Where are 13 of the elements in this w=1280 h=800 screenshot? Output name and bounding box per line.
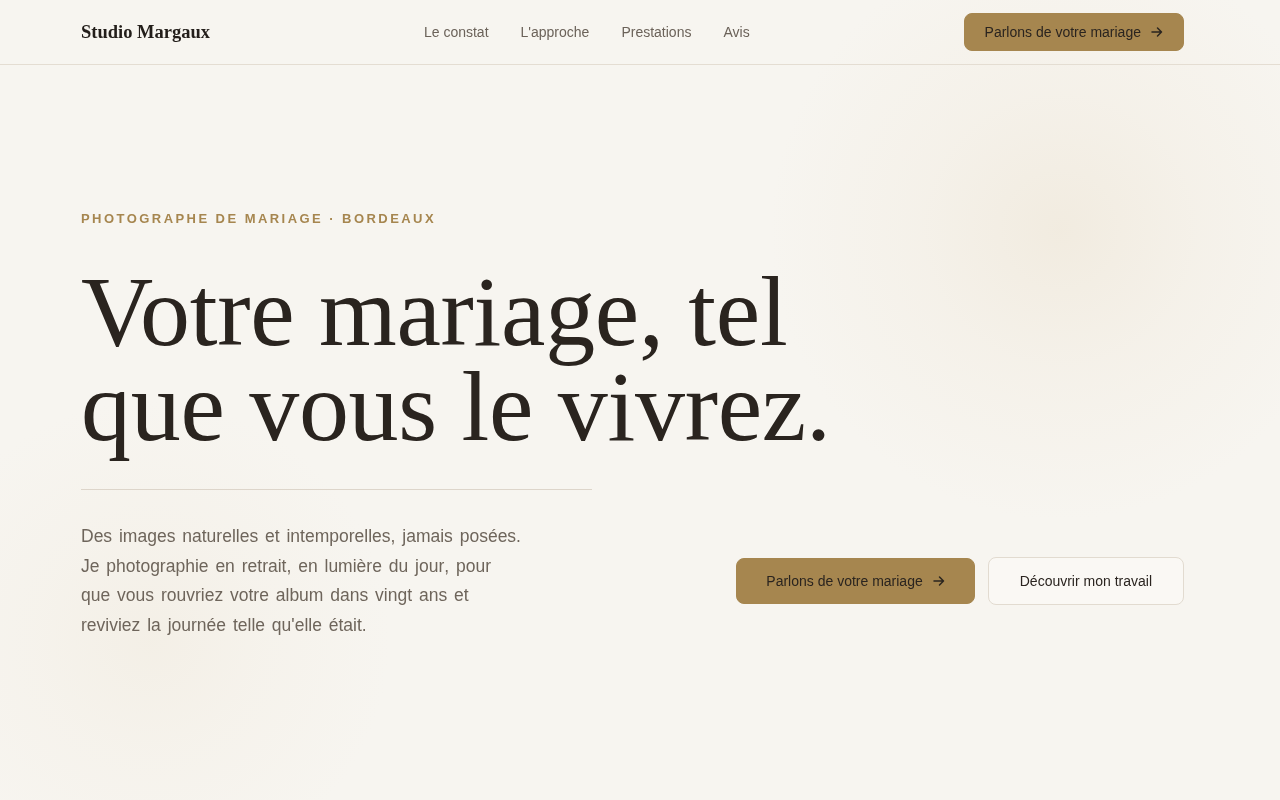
nav-link[interactable]: Avis (723, 24, 750, 40)
arrow-right-icon (1151, 26, 1163, 38)
arrow-right-icon (932, 575, 945, 587)
intro-paragraph: Des images naturelles et intemporelles, jamais posées. Je photographie en retrait, en lumière du jour, pour que vous rouvriez votre album dans vingt ans et reviviez la journée telle qu'elle était. (81, 525, 522, 637)
contact-button[interactable]: Parlons de votre mariage (736, 558, 975, 604)
brand-name[interactable]: Studio Margaux (81, 21, 210, 43)
nav-link[interactable]: L'approche (520, 24, 590, 40)
contact-button[interactable]: Parlons de votre mariage (963, 13, 1184, 51)
portfolio-button[interactable]: Découvrir mon travail (987, 557, 1184, 605)
hero-heading: Votre mariage, tel que vous le vivrez. (81, 264, 832, 464)
nav-link[interactable]: Prestations (621, 24, 692, 40)
nav-link[interactable]: Le constat (423, 24, 489, 40)
eyebrow-text: PHOTOGRAPHE DE MARIAGE · BORDEAUX (81, 211, 437, 227)
